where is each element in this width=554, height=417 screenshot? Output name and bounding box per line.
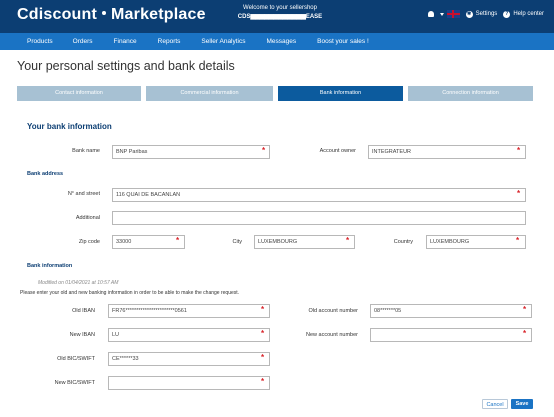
zip-code-field[interactable]: 33000: [112, 235, 185, 249]
welcome-block: Welcome to your sellershop CDS▆▆▆▆▆▆▆▆▆▆…: [220, 4, 340, 22]
header-tools: ✱ Settings ? Help center: [427, 10, 544, 18]
nav-seller-analytics[interactable]: Seller Analytics: [201, 38, 245, 45]
zip-code-label: Zip code: [78, 239, 100, 245]
nav-boost-sales[interactable]: Boost your sales !: [317, 38, 369, 45]
additional-field[interactable]: [112, 211, 526, 225]
top-header: Cdiscount Marketplace Welcome to your sel…: [0, 0, 554, 33]
old-account-number-label: Old account number: [308, 308, 358, 314]
required-icon: *: [523, 305, 527, 314]
welcome-text: Welcome to your sellershop: [243, 5, 317, 11]
uk-flag-icon: [446, 10, 460, 18]
main-nav: Products Orders Finance Reports Seller A…: [0, 33, 554, 50]
city-field[interactable]: LUXEMBOURG: [254, 235, 355, 249]
new-account-number-label: New account number: [306, 332, 358, 338]
required-icon: *: [261, 377, 265, 386]
language-selector[interactable]: [439, 10, 460, 18]
country-select[interactable]: LUXEMBOURG: [426, 235, 526, 249]
street-field[interactable]: 116 QUAI DE BACANLAN: [112, 188, 526, 202]
tab-contact-information[interactable]: Contact information: [17, 86, 141, 101]
old-iban-field[interactable]: FR76***********************0561: [108, 304, 270, 318]
bank-name-field[interactable]: BNP Paribas: [112, 145, 270, 159]
notifications-button[interactable]: [427, 11, 434, 17]
required-icon: *: [176, 236, 180, 245]
required-icon: *: [262, 146, 266, 155]
new-iban-field[interactable]: LU: [108, 328, 270, 342]
settings-tabs: Contact information Commercial informati…: [17, 86, 533, 101]
required-icon: *: [261, 353, 265, 362]
page-title: Your personal settings and bank details: [17, 59, 235, 73]
modified-date: Modified on 01/04/2021 at 10:57 AM: [38, 280, 119, 286]
required-icon: *: [261, 305, 265, 314]
tab-connection-information[interactable]: Connection information: [408, 86, 533, 101]
tab-commercial-information[interactable]: Commercial information: [146, 86, 273, 101]
help-label: Help center: [513, 11, 544, 17]
city-label: City: [232, 239, 242, 245]
chevron-down-icon: [439, 12, 444, 16]
old-bic-field[interactable]: CE******33: [108, 352, 270, 366]
required-icon: *: [517, 189, 521, 198]
required-icon: *: [261, 329, 265, 338]
shop-name: CDS▆▆▆▆▆▆▆▆▆▆▆▆EASE: [237, 14, 323, 20]
bank-name-label: Bank name: [72, 148, 100, 154]
nav-reports[interactable]: Reports: [158, 38, 181, 45]
change-instruction: Please enter your old and new banking in…: [20, 290, 240, 296]
country-label: Country: [393, 239, 413, 245]
cancel-button[interactable]: Cancel: [482, 399, 508, 409]
required-icon: *: [346, 236, 350, 245]
settings-link[interactable]: ✱ Settings: [465, 10, 498, 18]
gear-icon: ✱: [465, 10, 473, 18]
bank-address-title: Bank address: [27, 171, 64, 177]
nav-orders[interactable]: Orders: [73, 38, 93, 45]
settings-label: Settings: [475, 11, 498, 17]
required-icon: *: [517, 146, 521, 155]
bank-information-title: Bank information: [27, 263, 73, 269]
help-icon: ?: [503, 10, 511, 18]
old-iban-label: Old IBAN: [72, 308, 95, 314]
new-bic-field[interactable]: [108, 376, 270, 390]
old-bic-label: Old BIC/SWIFT: [57, 356, 95, 362]
nav-products[interactable]: Products: [27, 38, 53, 45]
help-center-link[interactable]: ? Help center: [503, 10, 544, 18]
nav-finance[interactable]: Finance: [114, 38, 137, 45]
section-title-bank: Your bank information: [27, 122, 112, 131]
logo[interactable]: Cdiscount Marketplace: [17, 6, 206, 24]
old-account-number-field[interactable]: 08*******05: [370, 304, 532, 318]
new-account-number-field[interactable]: [370, 328, 532, 342]
account-owner-label: Account owner: [319, 148, 356, 154]
additional-label: Additional: [75, 215, 100, 221]
required-icon: *: [523, 329, 527, 338]
bell-icon: [427, 11, 434, 17]
account-owner-field[interactable]: INTEGRATEUR: [368, 145, 526, 159]
save-button[interactable]: Save: [511, 399, 533, 409]
new-bic-label: New BIC/SWIFT: [54, 380, 95, 386]
required-icon: *: [516, 236, 520, 245]
nav-messages[interactable]: Messages: [267, 38, 297, 45]
tab-bank-information[interactable]: Bank information: [278, 86, 403, 101]
street-label: N° and street: [67, 191, 100, 197]
new-iban-label: New IBAN: [69, 332, 95, 338]
